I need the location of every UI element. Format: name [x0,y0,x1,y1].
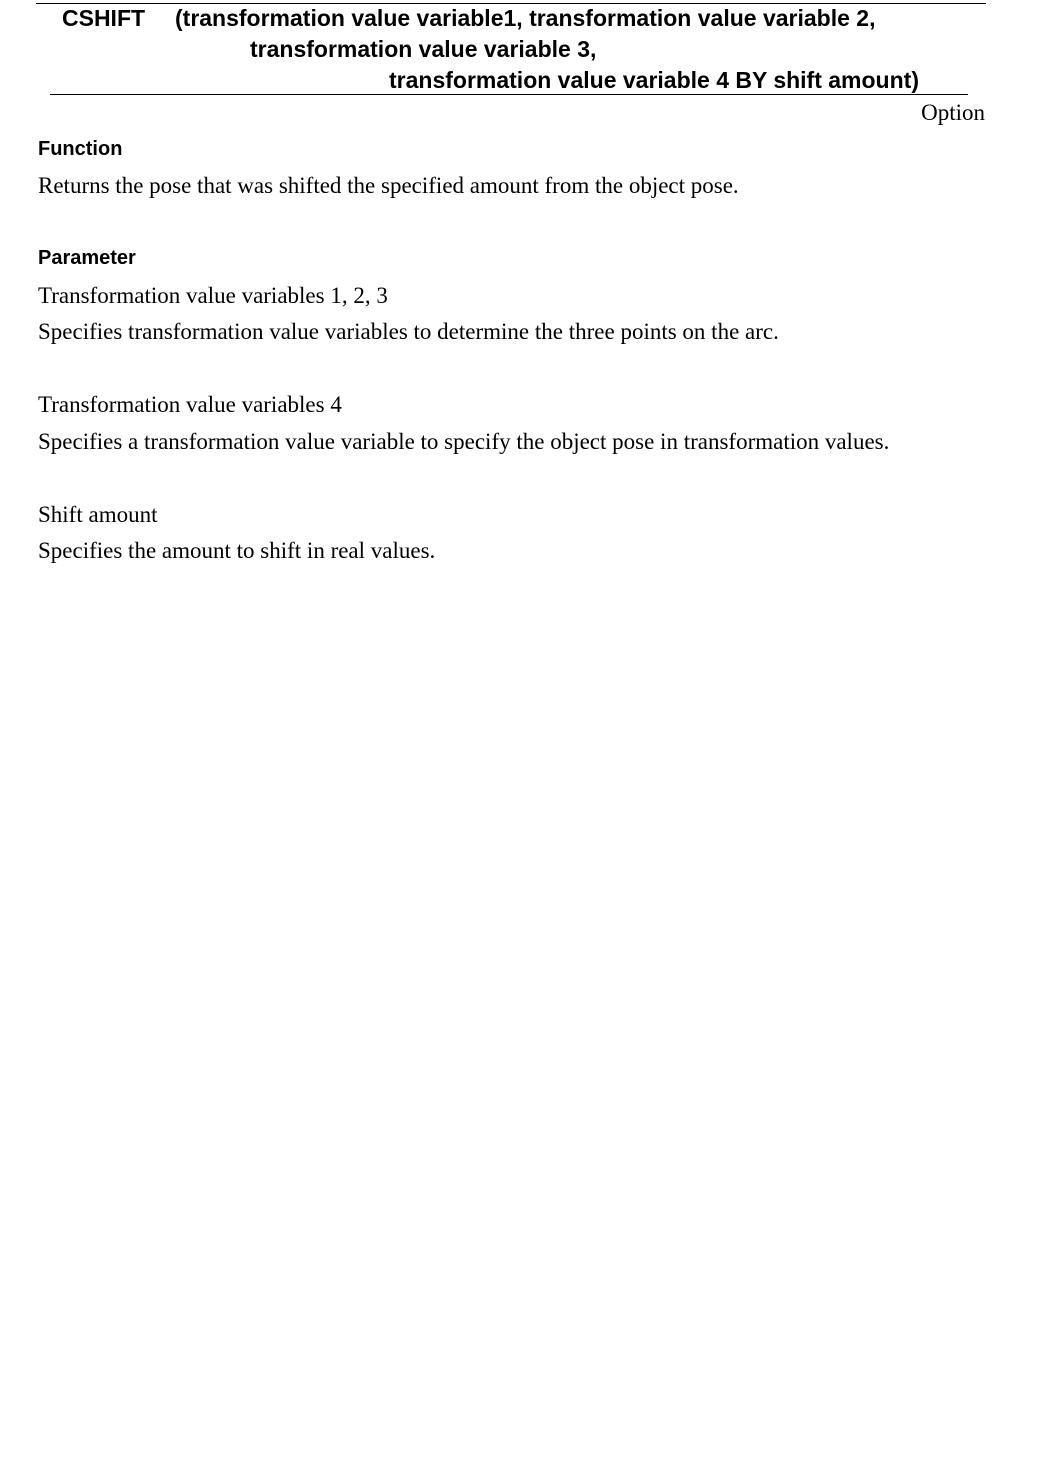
signature-line-3: transformation value variable 4 BY shift… [389,67,919,93]
signature-bottom-rule [50,94,968,95]
parameter-name: Transformation value variables 4 [38,392,342,417]
parameter-description: Specifies the amount to shift in real va… [38,538,436,563]
function-heading: Function [38,138,123,160]
parameter-description: Specifies transformation value variables… [38,319,779,344]
parameter-name: Transformation value variables 1, 2, 3 [38,283,388,308]
function-description: Returns the pose that was shifted the sp… [38,173,739,198]
signature-line-2: transformation value variable 3, [250,36,597,62]
option-label: Option [921,100,985,125]
parameter-description: Specifies a transformation value variabl… [38,429,890,454]
parameter-heading: Parameter [38,247,136,269]
command-name: CSHIFT [62,5,146,31]
parameter-name: Shift amount [38,502,158,527]
signature-line-1: (transformation value variable1, transfo… [175,5,876,31]
